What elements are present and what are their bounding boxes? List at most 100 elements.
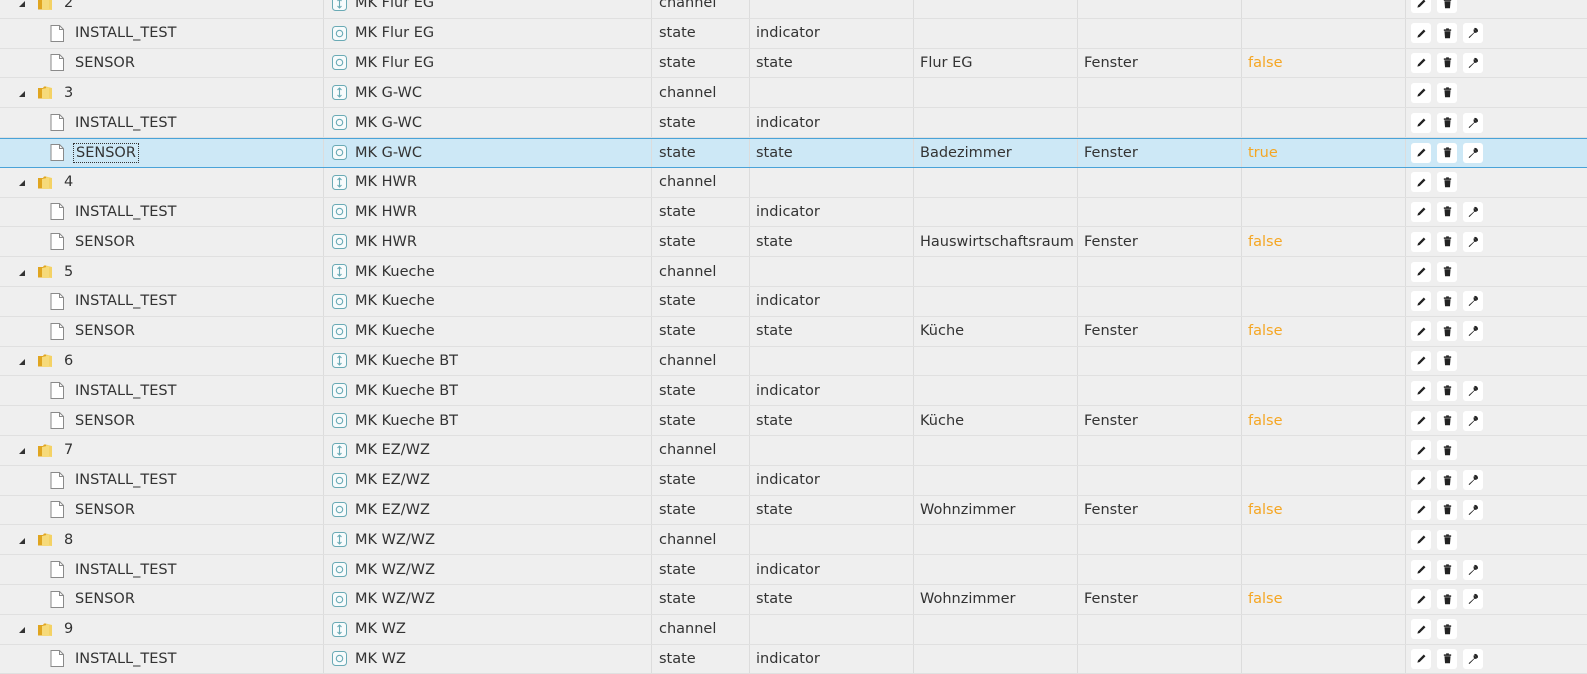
tree-row-state[interactable]: INSTALL_TEST MK Kueche state indicator xyxy=(0,286,1587,317)
tree-row-folder[interactable]: 8 MK WZ/WZ channel xyxy=(0,525,1587,556)
value-cell-text[interactable]: false xyxy=(1248,413,1283,429)
custom-settings-button[interactable] xyxy=(1463,23,1483,44)
edit-button[interactable] xyxy=(1411,231,1431,252)
edit-button[interactable] xyxy=(1411,112,1431,133)
edit-button[interactable] xyxy=(1411,589,1431,610)
edit-button[interactable] xyxy=(1411,82,1431,103)
expand-toggle-icon[interactable] xyxy=(19,358,25,365)
edit-button[interactable] xyxy=(1411,142,1431,163)
edit-button[interactable] xyxy=(1411,410,1431,431)
tree-row-state[interactable]: INSTALL_TEST MK Flur EG state indicator xyxy=(0,18,1587,49)
custom-settings-button[interactable] xyxy=(1463,410,1483,431)
expand-toggle-icon[interactable] xyxy=(19,627,25,634)
edit-button[interactable] xyxy=(1411,0,1431,14)
tree-row-folder[interactable]: 3 MK G-WC channel xyxy=(0,78,1587,109)
edit-button[interactable] xyxy=(1411,529,1431,550)
value-cell-text[interactable]: false xyxy=(1248,591,1283,607)
edit-button[interactable] xyxy=(1411,261,1431,282)
tree-row-state[interactable]: SENSOR MK HWR state state Hauswirtschaftsrau… xyxy=(0,227,1587,258)
expand-toggle-icon[interactable] xyxy=(19,90,25,97)
edit-button[interactable] xyxy=(1411,291,1431,312)
edit-button[interactable] xyxy=(1411,23,1431,44)
custom-settings-button[interactable] xyxy=(1463,231,1483,252)
value-cell-text[interactable]: false xyxy=(1248,234,1283,250)
tree-row-state[interactable]: INSTALL_TEST MK EZ/WZ state indicator xyxy=(0,465,1587,496)
custom-settings-button[interactable] xyxy=(1463,52,1483,73)
name-text: MK G-WC xyxy=(355,84,422,101)
delete-button[interactable] xyxy=(1437,82,1457,103)
tree-row-folder[interactable]: 4 MK HWR channel xyxy=(0,167,1587,198)
tree-row-state[interactable]: SENSOR MK Flur EG state state Flur EG Fenster… xyxy=(0,48,1587,79)
custom-settings-button[interactable] xyxy=(1463,201,1483,222)
value-cell-text[interactable]: false xyxy=(1248,323,1283,339)
delete-button[interactable] xyxy=(1437,52,1457,73)
custom-settings-button[interactable] xyxy=(1463,470,1483,491)
delete-button[interactable] xyxy=(1437,410,1457,431)
custom-settings-button[interactable] xyxy=(1463,589,1483,610)
tree-row-state[interactable]: INSTALL_TEST MK WZ/WZ state indicator xyxy=(0,555,1587,585)
tree-row-folder[interactable]: 6 MK Kueche BT channel xyxy=(0,346,1587,377)
delete-button[interactable] xyxy=(1437,529,1457,550)
tree-row-state[interactable]: SENSOR MK WZ/WZ state state Wohnzimmer Fenste… xyxy=(0,584,1587,615)
custom-settings-button[interactable] xyxy=(1463,380,1483,401)
delete-button[interactable] xyxy=(1437,0,1457,14)
delete-button[interactable] xyxy=(1437,201,1457,222)
tree-row-state[interactable]: INSTALL_TEST MK HWR state indicator xyxy=(0,197,1587,228)
custom-settings-button[interactable] xyxy=(1463,321,1483,342)
delete-button[interactable] xyxy=(1437,172,1457,193)
expand-toggle-icon[interactable] xyxy=(19,180,25,187)
custom-settings-button[interactable] xyxy=(1463,291,1483,312)
tree-row-folder[interactable]: 5 MK Kueche channel xyxy=(0,257,1587,287)
edit-button[interactable] xyxy=(1411,648,1431,669)
edit-button[interactable] xyxy=(1411,52,1431,73)
tree-row-folder[interactable]: 2 MK Flur EG channel xyxy=(0,0,1587,19)
delete-button[interactable] xyxy=(1437,112,1457,133)
custom-settings-button[interactable] xyxy=(1463,559,1483,580)
edit-button[interactable] xyxy=(1411,619,1431,640)
expand-toggle-icon[interactable] xyxy=(19,448,25,455)
edit-button[interactable] xyxy=(1411,350,1431,371)
delete-button[interactable] xyxy=(1437,619,1457,640)
value-cell-text[interactable]: true xyxy=(1248,145,1278,161)
delete-button[interactable] xyxy=(1437,589,1457,610)
tree-row-state[interactable]: INSTALL_TEST MK WZ state indicator xyxy=(0,644,1587,674)
edit-button[interactable] xyxy=(1411,470,1431,491)
edit-button[interactable] xyxy=(1411,440,1431,461)
delete-button[interactable] xyxy=(1437,261,1457,282)
custom-settings-button[interactable] xyxy=(1463,112,1483,133)
tree-row-folder[interactable]: 7 MK EZ/WZ channel xyxy=(0,435,1587,466)
edit-button[interactable] xyxy=(1411,172,1431,193)
value-cell-text[interactable]: false xyxy=(1248,55,1283,71)
custom-settings-button[interactable] xyxy=(1463,648,1483,669)
custom-settings-button[interactable] xyxy=(1463,142,1483,163)
edit-button[interactable] xyxy=(1411,201,1431,222)
tree-row-folder[interactable]: 9 MK WZ channel xyxy=(0,614,1587,645)
tree-row-state[interactable]: SENSOR MK G-WC state state Badezimmer Fenster… xyxy=(0,137,1587,168)
delete-button[interactable] xyxy=(1437,440,1457,461)
expand-toggle-icon[interactable] xyxy=(19,1,25,8)
tree-row-state[interactable]: SENSOR MK Kueche state state Küche Fenster fal… xyxy=(0,316,1587,347)
custom-settings-button[interactable] xyxy=(1463,499,1483,520)
delete-button[interactable] xyxy=(1437,648,1457,669)
delete-button[interactable] xyxy=(1437,499,1457,520)
delete-button[interactable] xyxy=(1437,321,1457,342)
delete-button[interactable] xyxy=(1437,231,1457,252)
tree-row-state[interactable]: SENSOR MK EZ/WZ state state Wohnzimmer Fenste… xyxy=(0,495,1587,526)
tree-row-state[interactable]: INSTALL_TEST MK Kueche BT state indicator xyxy=(0,376,1587,407)
delete-button[interactable] xyxy=(1437,559,1457,580)
expand-toggle-icon[interactable] xyxy=(19,269,25,276)
delete-button[interactable] xyxy=(1437,470,1457,491)
value-cell-text[interactable]: false xyxy=(1248,502,1283,518)
delete-button[interactable] xyxy=(1437,350,1457,371)
expand-toggle-icon[interactable] xyxy=(19,537,25,544)
edit-button[interactable] xyxy=(1411,380,1431,401)
delete-button[interactable] xyxy=(1437,23,1457,44)
tree-row-state[interactable]: SENSOR MK Kueche BT state state Küche Fenster… xyxy=(0,406,1587,436)
edit-button[interactable] xyxy=(1411,321,1431,342)
tree-row-state[interactable]: INSTALL_TEST MK G-WC state indicator xyxy=(0,108,1587,138)
edit-button[interactable] xyxy=(1411,499,1431,520)
delete-button[interactable] xyxy=(1437,291,1457,312)
delete-button[interactable] xyxy=(1437,142,1457,163)
edit-button[interactable] xyxy=(1411,559,1431,580)
delete-button[interactable] xyxy=(1437,380,1457,401)
